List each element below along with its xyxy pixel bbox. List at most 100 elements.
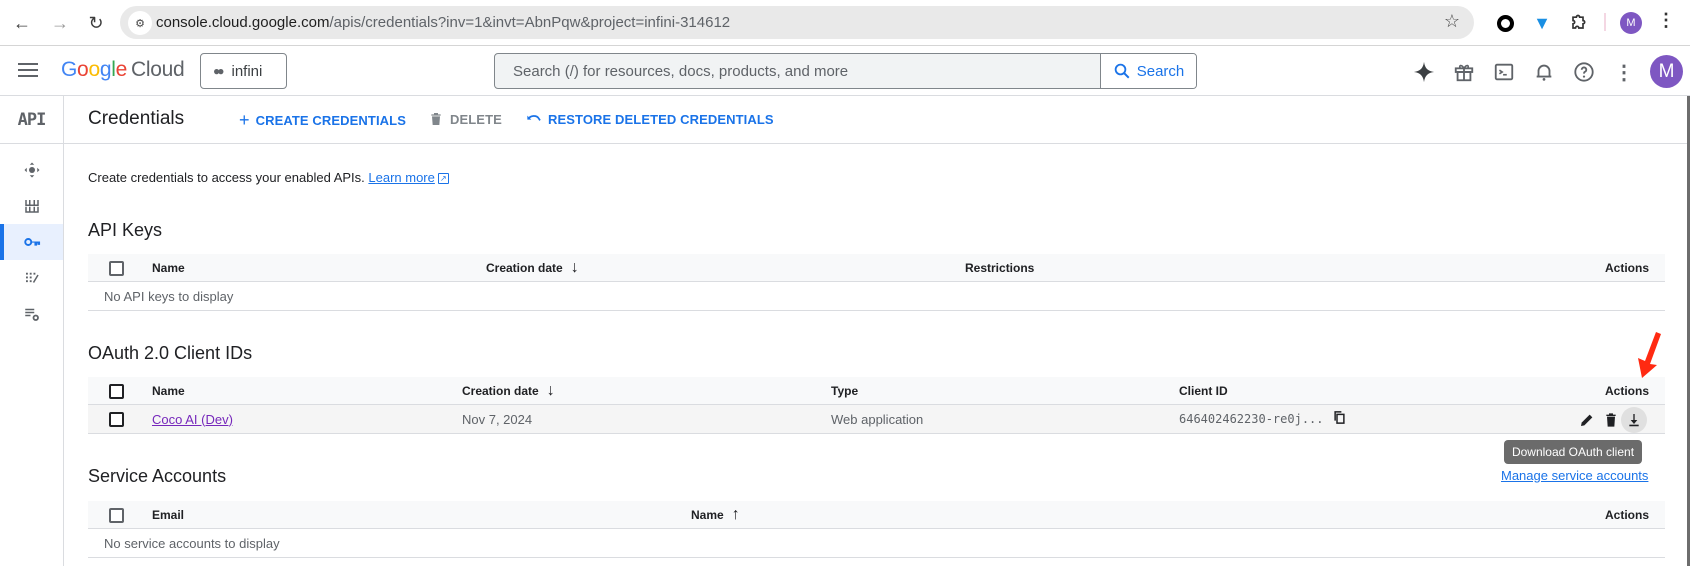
search-button[interactable]: Search <box>1100 54 1196 88</box>
gemini-sparkle-icon[interactable] <box>1411 59 1437 85</box>
url-path: /apis/credentials?inv=1&invt=AbnPqw&proj… <box>329 14 731 31</box>
browser-menu-icon[interactable]: ⋮ <box>1657 10 1675 31</box>
toolbar-separator <box>1604 13 1606 31</box>
column-header-actions: Actions <box>1604 383 1649 398</box>
delete-trash-icon[interactable] <box>1600 409 1622 431</box>
select-all-checkbox[interactable] <box>109 261 124 276</box>
create-credentials-button[interactable]: + CREATE CREDENTIALS <box>239 111 406 129</box>
column-header-restrictions[interactable]: Restrictions <box>965 254 1034 281</box>
arrow-right-icon: → <box>51 12 69 33</box>
copy-icon[interactable] <box>1332 410 1347 428</box>
arrow-left-icon: ← <box>13 12 31 33</box>
help-icon[interactable] <box>1571 59 1597 85</box>
column-header-name[interactable]: Name <box>152 254 185 281</box>
empty-row: No API keys to display <box>88 282 1665 311</box>
gift-icon[interactable] <box>1451 59 1477 85</box>
address-bar[interactable]: ⚙ console.cloud.google.com/apis/credenti… <box>120 6 1474 39</box>
back-button[interactable]: ← <box>10 11 34 35</box>
column-header-actions: Actions <box>1604 507 1649 522</box>
empty-message: No service accounts to display <box>104 535 280 551</box>
reload-button[interactable]: ↻ <box>84 11 108 35</box>
creation-date-cell: Nov 7, 2024 <box>462 411 533 427</box>
learn-more-link[interactable]: Learn more <box>368 170 434 185</box>
search-icon <box>1114 63 1130 79</box>
reload-icon: ↻ <box>88 12 104 33</box>
client-id-cell: 646402462230-re0j... <box>1179 405 1347 433</box>
annotation-arrow-icon <box>1638 332 1661 378</box>
notifications-bell-icon[interactable] <box>1531 59 1557 85</box>
bookmark-star-icon[interactable]: ☆ <box>1444 11 1460 32</box>
sidebar-item-library[interactable] <box>0 188 63 224</box>
column-header-type[interactable]: Type <box>831 377 858 404</box>
library-icon <box>24 200 39 213</box>
google-cloud-logo[interactable]: Google Cloud <box>61 58 185 82</box>
column-header-creation-date[interactable]: Creation date ↓ <box>486 254 579 281</box>
account-avatar[interactable]: M <box>1650 55 1683 88</box>
intro-description: Create credentials to access your enable… <box>88 170 365 185</box>
plus-icon: + <box>239 110 250 130</box>
extension-gem-icon[interactable]: ▼ <box>1530 11 1554 35</box>
delete-button[interactable]: DELETE <box>428 111 502 127</box>
logo-letter: G <box>61 58 78 81</box>
empty-message: No API keys to display <box>104 288 234 304</box>
search-button-label: Search <box>1136 62 1185 80</box>
arrow-down-icon: ↓ <box>570 258 579 276</box>
logo-letter: o <box>88 58 100 81</box>
column-header-email[interactable]: Email <box>152 501 184 528</box>
select-all-checkbox[interactable] <box>109 384 124 399</box>
service-accounts-heading: Service Accounts <box>88 466 227 486</box>
project-picker[interactable]: ●● infini <box>200 53 287 89</box>
api-keys-table: Name Creation date ↓ Restrictions Actions… <box>88 254 1665 311</box>
table-header: Name Creation date ↓ Type Client ID Actio… <box>88 377 1665 405</box>
download-icon[interactable] <box>1621 407 1647 433</box>
client-name-link[interactable]: Coco AI (Dev) <box>152 412 233 427</box>
table-header: Email Name ↑ Actions <box>88 501 1665 529</box>
apis-icon <box>24 162 39 178</box>
search-input[interactable] <box>495 54 1100 88</box>
extension-ring-icon[interactable] <box>1493 11 1517 35</box>
edit-pencil-icon[interactable] <box>1576 409 1598 431</box>
oauth-client-ids-heading: OAuth 2.0 Client IDs <box>88 343 253 363</box>
navigation-menu-icon[interactable] <box>18 60 38 80</box>
client-id-value: 646402462230-re0j... <box>1179 412 1324 426</box>
project-name: infini <box>231 62 263 80</box>
url-text[interactable]: console.cloud.google.com/apis/credential… <box>156 14 730 31</box>
cloud-shell-icon[interactable] <box>1491 59 1517 85</box>
column-header-actions: Actions <box>1604 260 1649 275</box>
undo-icon <box>527 115 541 121</box>
restore-label: RESTORE DELETED CREDENTIALS <box>548 111 774 127</box>
intro-text: Create credentials to access your enable… <box>88 170 449 185</box>
restore-deleted-credentials-button[interactable]: RESTORE DELETED CREDENTIALS <box>526 111 774 127</box>
manage-service-accounts-link[interactable]: Manage service accounts <box>1501 468 1648 483</box>
row-checkbox[interactable] <box>109 412 124 427</box>
search-bar: Search <box>494 53 1197 89</box>
service-accounts-table: Email Name ↑ Actions No service accounts … <box>88 501 1665 558</box>
sidebar-item-credentials[interactable] <box>0 224 63 260</box>
api-product-label: API <box>0 96 63 144</box>
sidebar-item-enabled-apis[interactable] <box>0 152 63 188</box>
sidebar-item-page-usage-agreements[interactable] <box>0 296 63 332</box>
consent-icon <box>25 272 39 283</box>
column-header-name[interactable]: Name <box>152 377 185 404</box>
download-tooltip: Download OAuth client <box>1504 440 1642 464</box>
more-options-icon[interactable]: ⋮ <box>1611 59 1637 85</box>
column-label: Creation date <box>486 260 563 275</box>
column-header-creation-date[interactable]: Creation date ↓ <box>462 377 555 404</box>
delete-label: DELETE <box>450 111 502 127</box>
product-sidebar: API <box>0 96 64 566</box>
logo-cloud-text: Cloud <box>130 58 185 81</box>
column-label: Creation date <box>462 383 539 398</box>
extensions-puzzle-icon[interactable] <box>1566 11 1590 35</box>
column-header-client-id[interactable]: Client ID <box>1179 377 1228 404</box>
select-all-checkbox[interactable] <box>109 508 124 523</box>
project-hierarchy-icon: ●● <box>213 64 224 78</box>
site-settings-icon[interactable]: ⚙ <box>128 11 152 35</box>
forward-button[interactable]: → <box>48 11 72 35</box>
browser-profile-avatar[interactable]: M <box>1620 12 1642 34</box>
column-header-name[interactable]: Name ↑ <box>691 501 740 528</box>
sidebar-item-oauth-consent[interactable] <box>0 260 63 296</box>
create-credentials-label: CREATE CREDENTIALS <box>255 112 406 128</box>
url-host: console.cloud.google.com <box>156 14 330 31</box>
client-name-cell: Coco AI (Dev) <box>152 405 233 433</box>
table-row: Coco AI (Dev) Nov 7, 2024 Web applicatio… <box>88 405 1665 434</box>
